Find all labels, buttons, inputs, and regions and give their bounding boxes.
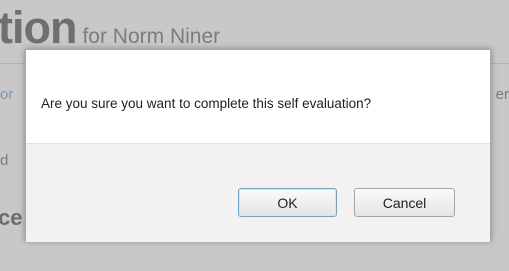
background-right-fragment: er xyxy=(495,86,509,103)
ok-button[interactable]: OK xyxy=(238,188,337,217)
background-label-fragment: d xyxy=(0,152,9,169)
cancel-button[interactable]: Cancel xyxy=(354,188,455,217)
page-title-main: tion xyxy=(0,2,77,53)
dialog-footer: OK Cancel xyxy=(26,143,490,242)
background-heading-fragment: ce xyxy=(0,205,23,230)
background-tab-fragment: or xyxy=(0,86,14,103)
confirm-dialog: Are you sure you want to complete this s… xyxy=(25,49,491,242)
dialog-message: Are you sure you want to complete this s… xyxy=(41,96,372,111)
page-title-subject: for Norm Niner xyxy=(82,25,221,48)
dialog-body: Are you sure you want to complete this s… xyxy=(26,50,490,143)
page-title: tion for Norm Niner xyxy=(0,2,220,54)
